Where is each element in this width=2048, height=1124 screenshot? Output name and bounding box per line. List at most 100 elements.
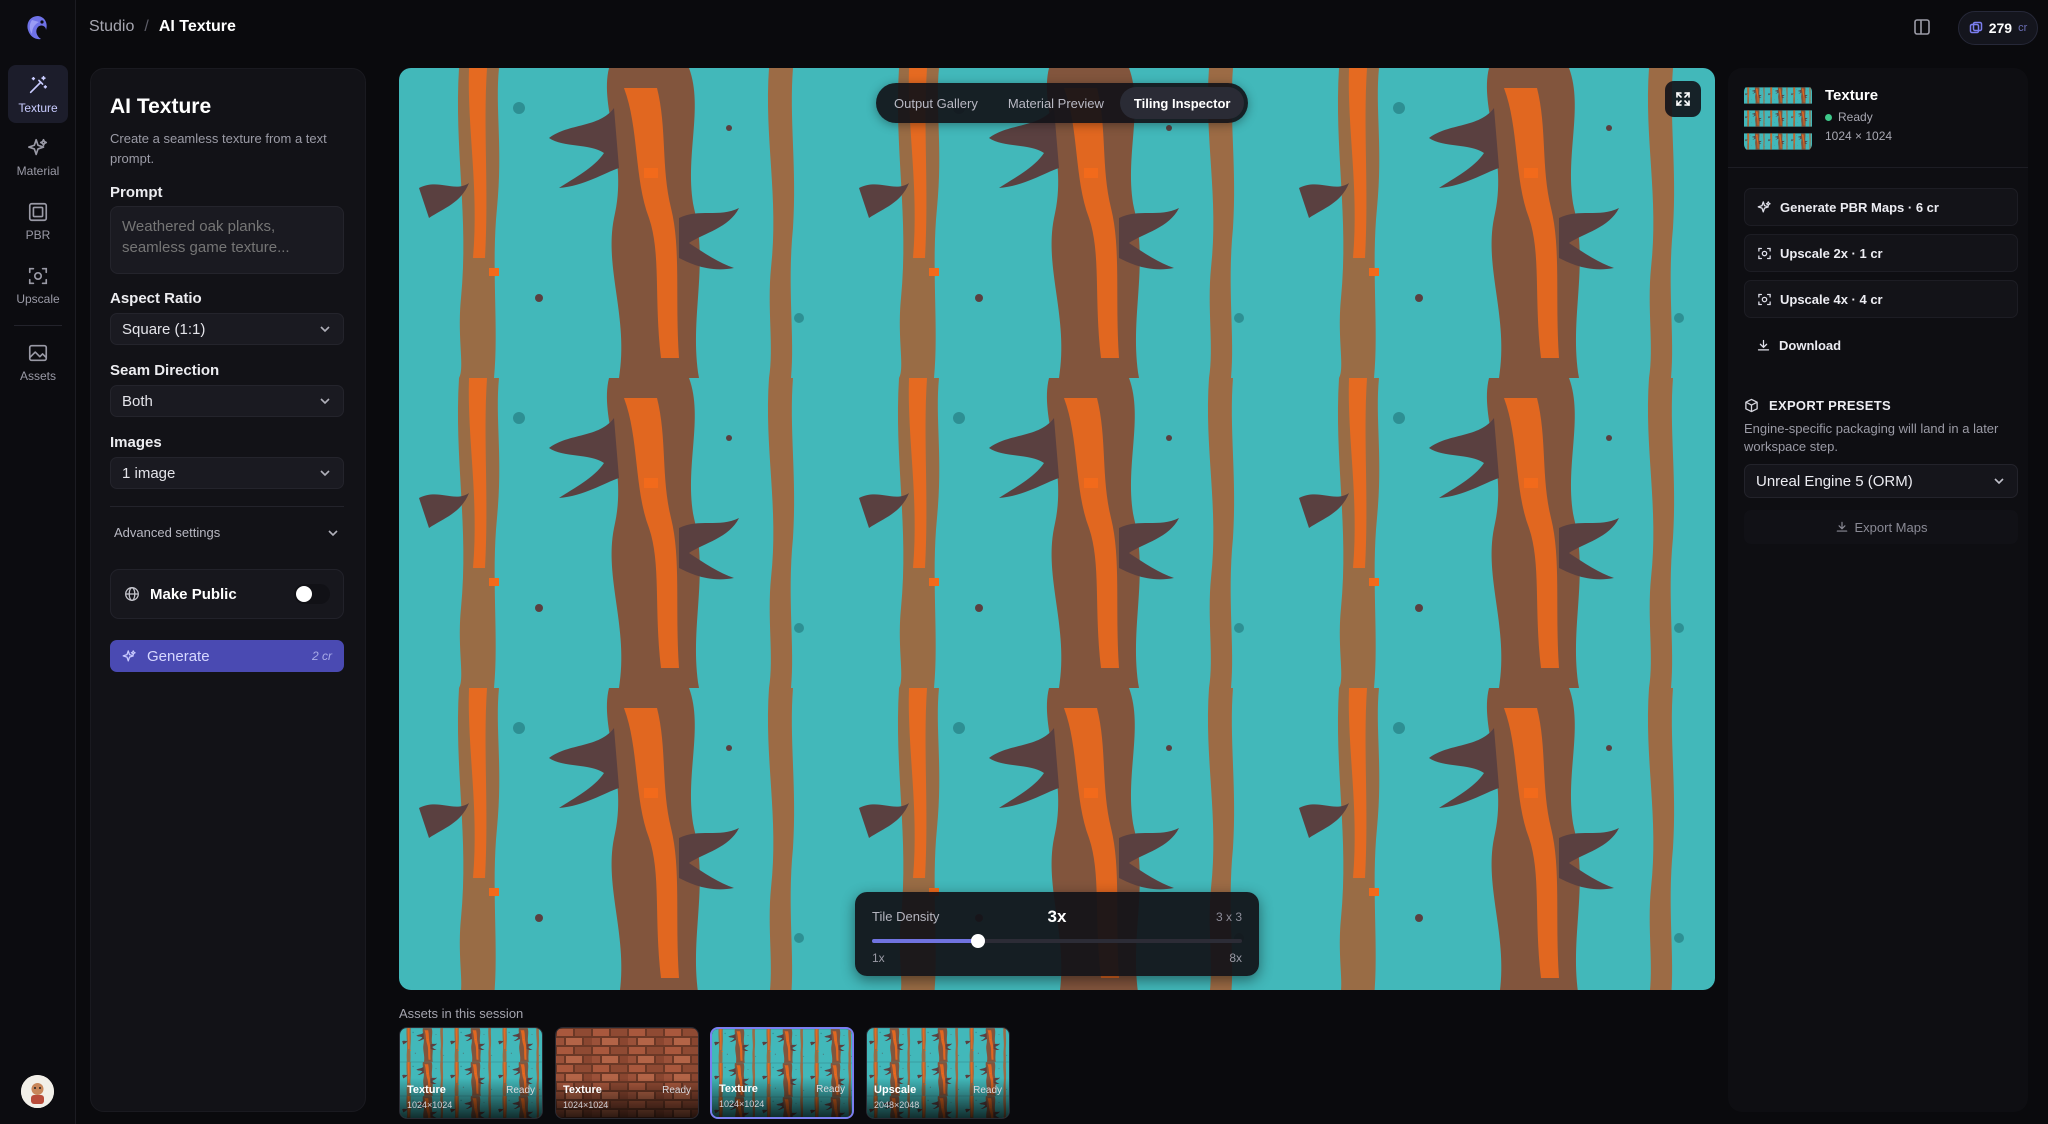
advanced-settings-toggle[interactable]: Advanced settings — [114, 525, 340, 540]
globe-icon — [125, 587, 139, 601]
images-label: Images — [110, 434, 162, 451]
rail-item-assets[interactable]: Assets — [8, 333, 68, 391]
rail-item-label: Texture — [18, 100, 58, 115]
slider-min-label: 1x — [872, 951, 885, 965]
asset-card[interactable]: Texture Ready 1024×1024 — [399, 1027, 543, 1119]
images-count-value: 1 image — [122, 464, 176, 482]
breadcrumb-separator: / — [144, 18, 149, 35]
asset-status-text: Ready — [1838, 110, 1873, 124]
action-label: Generate PBR Maps · 6 cr — [1780, 199, 1939, 215]
aspect-ratio-label: Aspect Ratio — [110, 290, 202, 307]
chevron-down-icon — [320, 326, 330, 333]
export-maps-label: Export Maps — [1854, 519, 1928, 535]
asset-name: Texture — [1825, 87, 1879, 104]
upscale-4x-button[interactable]: Upscale 4x · 4 cr — [1744, 280, 2018, 318]
app-logo-icon[interactable] — [24, 14, 52, 44]
layers-icon — [28, 202, 48, 221]
asset-card[interactable]: Upscale Ready 2048×2048 — [866, 1027, 1010, 1119]
tile-density-value: 3x — [1047, 907, 1067, 926]
generate-pbr-maps-button[interactable]: Generate PBR Maps · 6 cr — [1744, 188, 2018, 226]
tile-density-slider[interactable] — [872, 934, 1242, 948]
tab-output-gallery[interactable]: Output Gallery — [880, 87, 992, 119]
slider-thumb[interactable] — [971, 934, 985, 948]
expand-icon — [1676, 92, 1690, 106]
export-presets-heading: EXPORT PRESETS — [1744, 398, 1891, 413]
user-avatar-icon — [21, 1075, 54, 1108]
breadcrumb-root[interactable]: Studio — [89, 18, 134, 36]
tab-material-preview[interactable]: Material Preview — [994, 87, 1118, 119]
asset-status: Ready — [662, 1085, 691, 1096]
make-public-label: Make Public — [150, 585, 237, 603]
sparkles-icon — [122, 649, 136, 661]
aspect-ratio-value: Square (1:1) — [122, 320, 206, 338]
make-public-row: Make Public — [110, 569, 344, 619]
asset-size: 1024×1024 — [719, 1099, 765, 1109]
fullscreen-button[interactable] — [1665, 81, 1701, 117]
tiling-canvas[interactable]: Output Gallery Material Preview Tiling I… — [399, 68, 1715, 990]
tab-tiling-inspector[interactable]: Tiling Inspector — [1119, 87, 1245, 119]
tile-grid-size: 3 x 3 — [1215, 910, 1242, 924]
credits-amount: 279 — [1988, 20, 2013, 36]
chevron-down-icon — [328, 529, 338, 536]
asset-status: Ready — [1825, 110, 1873, 124]
top-bar: Studio / AI Texture 279 cr — [76, 0, 2048, 56]
seam-direction-value: Both — [122, 392, 153, 410]
asset-card-selected[interactable]: Texture Ready 1024×1024 — [710, 1027, 854, 1119]
chevron-down-icon — [320, 470, 330, 477]
credits-badge[interactable]: 279 cr — [1958, 11, 2038, 45]
asset-type: Upscale — [874, 1084, 917, 1096]
action-label: Upscale 4x · 4 cr — [1780, 291, 1883, 307]
image-icon — [28, 344, 48, 361]
generate-cost: 2 cr — [311, 649, 332, 663]
toggle-knob — [296, 586, 312, 602]
asset-status: Ready — [973, 1085, 1002, 1096]
prompt-label: Prompt — [110, 184, 163, 201]
aspect-ratio-select[interactable]: Square (1:1) — [110, 313, 344, 345]
rail-item-pbr[interactable]: PBR — [8, 192, 68, 250]
rail-item-label: Upscale — [16, 291, 60, 306]
sparkles-icon — [28, 138, 48, 155]
export-presets-title: EXPORT PRESETS — [1769, 398, 1891, 413]
chevron-down-icon — [320, 398, 330, 405]
generate-button[interactable]: Generate 2 cr — [110, 640, 344, 672]
rail-divider — [14, 325, 62, 326]
panel-title: AI Texture — [110, 95, 212, 118]
asset-summary: Texture Ready 1024 × 1024 — [1728, 68, 2028, 168]
panel-description: Create a seamless texture from a text pr… — [110, 131, 327, 166]
rail-item-label: Assets — [19, 368, 56, 383]
slider-max-label: 8x — [1229, 951, 1242, 965]
asset-card[interactable]: Texture Ready 1024×1024 — [555, 1027, 699, 1119]
credits-unit: cr — [2018, 22, 2028, 34]
chevron-down-icon — [1994, 478, 2004, 485]
rail-item-upscale[interactable]: Upscale — [8, 256, 68, 314]
asset-size: 1024×1024 — [563, 1100, 609, 1110]
download-button[interactable]: Download — [1744, 326, 2018, 364]
slider-fill — [872, 939, 978, 943]
export-preset-select[interactable]: Unreal Engine 5 (ORM) — [1744, 464, 2018, 498]
export-maps-button[interactable]: Export Maps — [1744, 510, 2018, 544]
tile-density-control: Tile Density 3x 3 x 3 1x 8x — [855, 892, 1259, 976]
action-label: Download — [1779, 337, 1842, 353]
asset-type: Texture — [563, 1084, 602, 1096]
avatar[interactable] — [21, 1075, 54, 1108]
asset-dimensions: 1024 × 1024 — [1825, 129, 1893, 143]
rail-item-label: PBR — [25, 227, 51, 242]
sparkles-icon — [1757, 200, 1771, 212]
upscale-2x-button[interactable]: Upscale 2x · 1 cr — [1744, 234, 2018, 272]
rail-item-material[interactable]: Material — [8, 128, 68, 186]
images-count-select[interactable]: 1 image — [110, 457, 344, 489]
prompt-input[interactable] — [110, 206, 344, 274]
breadcrumb-current: AI Texture — [158, 18, 236, 35]
make-public-toggle[interactable] — [294, 584, 330, 604]
view-tabs: Output Gallery Material Preview Tiling I… — [876, 83, 1249, 123]
panel-layout-icon[interactable] — [1912, 17, 1932, 37]
seam-direction-select[interactable]: Both — [110, 385, 344, 417]
rail-item-texture[interactable]: Texture — [8, 65, 68, 123]
package-icon — [1745, 398, 1758, 413]
scan-icon — [1758, 293, 1771, 305]
asset-size: 1024×1024 — [407, 1100, 453, 1110]
generate-label: Generate — [147, 647, 210, 665]
export-presets-description: Engine-specific packaging will land in a… — [1744, 421, 1999, 454]
export-preset-value: Unreal Engine 5 (ORM) — [1756, 472, 1913, 490]
tiled-texture-preview — [399, 68, 1715, 990]
